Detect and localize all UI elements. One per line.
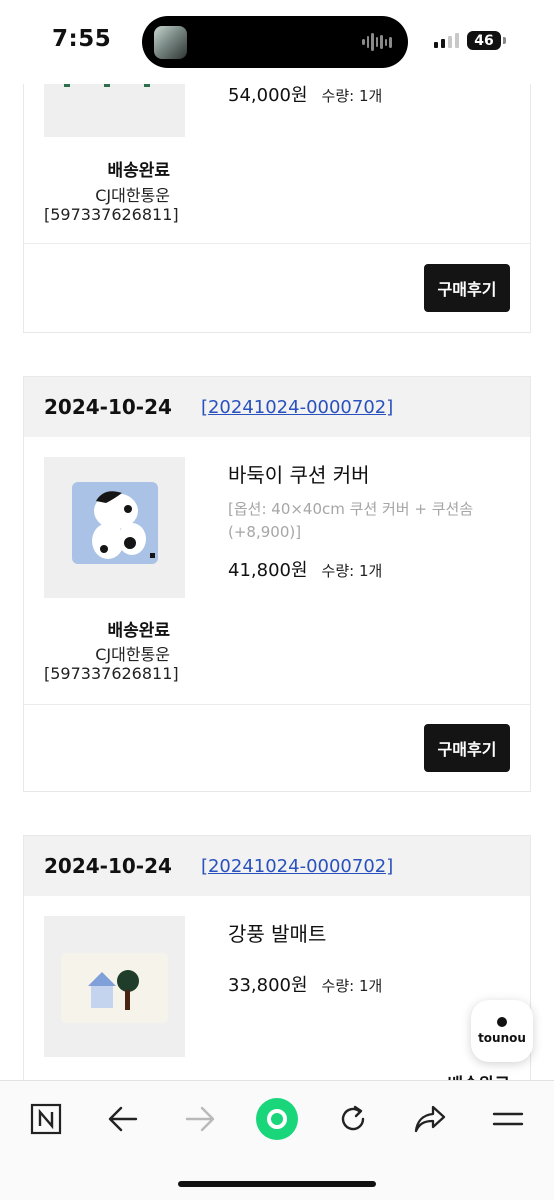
dynamic-island[interactable] [142, 16, 408, 68]
back-arrow-icon[interactable] [101, 1099, 145, 1139]
order-number-link[interactable]: [20241024-0000702] [201, 856, 393, 877]
tracking-number[interactable]: [597337626811] [44, 664, 179, 683]
naver-n-icon[interactable] [24, 1099, 68, 1139]
battery-level: 46 [474, 32, 494, 49]
status-bar: 7:55 46 [0, 0, 554, 84]
shipping-status: 배송완료 [107, 161, 170, 181]
price-line: 54,000원 수량: 1개 [228, 81, 382, 107]
order-card: 2024-10-24 [20241024-0000702] 강풍 발매트 33,… [23, 835, 531, 1095]
divider [24, 704, 530, 705]
order-card: 54,000원 수량: 1개 배송완료 CJ대한통운 [597337626811… [23, 50, 531, 333]
cushion-cover-image [72, 482, 158, 564]
menu-icon[interactable] [486, 1099, 530, 1139]
product-thumbnail[interactable] [44, 916, 185, 1057]
order-date: 2024-10-24 [44, 395, 172, 419]
product-option: [옵션: 40×40cm 쿠션 커버 + 쿠션솜 (+8,900)] [228, 500, 474, 541]
product-name[interactable]: 바둑이 쿠션 커버 [228, 459, 370, 488]
price-line: 41,800원 수량: 1개 [228, 556, 382, 582]
tounou-label: tounou [478, 1031, 526, 1045]
product-thumbnail[interactable] [44, 457, 185, 598]
audio-wave-icon [362, 32, 393, 52]
product-price: 41,800원 [228, 560, 308, 581]
shipping-status: 배송완료 [107, 621, 170, 641]
forward-arrow-icon[interactable] [178, 1099, 222, 1139]
tracking-number[interactable]: [597337626811] [44, 205, 179, 224]
refresh-icon[interactable] [331, 1099, 375, 1139]
green-circle-home-icon[interactable] [253, 1095, 301, 1143]
order-header: 2024-10-24 [20241024-0000702] [24, 836, 530, 896]
write-review-button[interactable]: 구매후기 [424, 724, 510, 772]
product-quantity: 수량: 1개 [321, 87, 383, 105]
bath-mat-image [61, 953, 168, 1023]
home-indicator[interactable] [178, 1181, 376, 1187]
order-card: 2024-10-24 [20241024-0000702] 바둑이 쿠션 커버 … [23, 376, 531, 792]
battery-icon: 46 [467, 31, 506, 50]
courier-name: CJ대한통운 [95, 186, 170, 205]
product-quantity: 수량: 1개 [321, 977, 383, 995]
order-number-link[interactable]: [20241024-0000702] [201, 397, 393, 418]
share-icon[interactable] [408, 1099, 452, 1139]
tounou-floating-button[interactable]: tounou [471, 1000, 533, 1062]
order-date: 2024-10-24 [44, 854, 172, 878]
now-playing-artwork [154, 26, 187, 59]
order-header: 2024-10-24 [20241024-0000702] [24, 377, 530, 437]
product-name[interactable]: 강풍 발매트 [228, 918, 326, 947]
cellular-signal-icon [434, 32, 459, 48]
courier-name: CJ대한통운 [95, 645, 170, 664]
product-price: 54,000원 [228, 85, 308, 106]
price-line: 33,800원 수량: 1개 [228, 971, 382, 997]
product-quantity: 수량: 1개 [321, 562, 383, 580]
product-price: 33,800원 [228, 975, 308, 996]
write-review-button[interactable]: 구매후기 [424, 264, 510, 312]
divider [24, 243, 530, 244]
status-time: 7:55 [52, 26, 112, 52]
tounou-dot-icon [497, 1017, 507, 1027]
